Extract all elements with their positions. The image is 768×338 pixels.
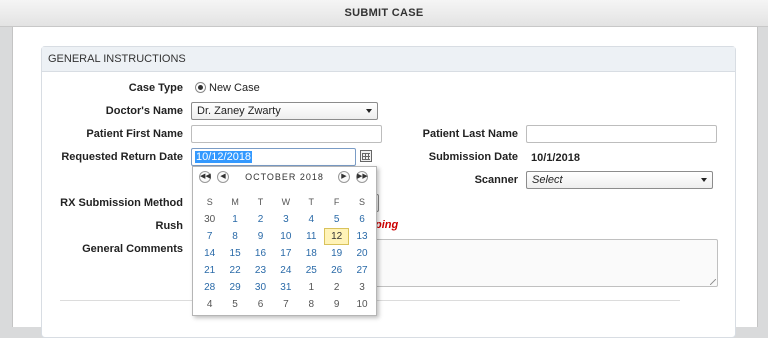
weekday-label: F [333,197,340,207]
datepicker-week-row: 21 22 23 24 25 26 27 [197,262,375,279]
doctors-name-select[interactable]: Dr. Zaney Zwarty [191,102,378,120]
next-year-icon[interactable]: ▶▶ [356,171,368,183]
datepicker-day[interactable]: 24 [273,262,298,279]
general-comments-textarea[interactable] [375,239,718,287]
new-case-radio-label: New Case [209,82,260,94]
datepicker-grid: S M T W T F S 30 1 2 3 4 5 6 7 8 9 10 11 12 13 14 15 16 17 18 19 20… [197,194,375,313]
datepicker-day[interactable]: 27 [349,262,374,279]
chevron-down-icon [366,109,372,113]
datepicker-week-row: 14 15 16 17 18 19 20 [197,245,375,262]
datepicker-day[interactable]: 31 [273,279,298,296]
weekday-label: T [308,197,315,207]
scanner-label: Scanner [474,174,518,186]
datepicker-day[interactable]: 5 [324,211,349,228]
requested-return-date-value: 10/12/2018 [195,151,253,163]
datepicker-week-row: 7 8 9 10 11 12 13 [197,228,375,245]
datepicker-day[interactable]: 6 [248,296,273,313]
resize-grip-icon[interactable] [710,279,716,285]
submission-date-value: 10/1/2018 [531,152,580,164]
datepicker-day[interactable]: 23 [248,262,273,279]
datepicker-day[interactable]: 17 [273,245,298,262]
datepicker-day[interactable]: 10 [273,228,298,245]
datepicker-week-row: 4 5 6 7 8 9 10 [197,296,375,313]
weekday-label: S [359,197,366,207]
datepicker-day[interactable]: 18 [299,245,324,262]
weekday-label: S [206,197,213,207]
datepicker-week-row: 28 29 30 31 1 2 3 [197,279,375,296]
datepicker-day[interactable]: 3 [273,211,298,228]
datepicker-day[interactable]: 28 [197,279,222,296]
case-type-label: Case Type [128,82,183,94]
patient-last-name-label: Patient Last Name [422,128,518,140]
datepicker-day[interactable]: 25 [299,262,324,279]
datepicker-day[interactable]: 11 [299,228,324,245]
scanner-select[interactable]: Select [526,171,713,189]
datepicker-day[interactable]: 4 [299,211,324,228]
datepicker-header: ◀◀ ◀ OCTOBER 2018 ▶ ▶▶ [193,167,376,189]
scanner-value: Select [532,174,563,186]
rush-warning-text: ping [375,219,399,231]
datepicker-day[interactable]: 30 [248,279,273,296]
submission-date-label: Submission Date [428,151,518,163]
weekday-label: W [281,197,291,207]
window-title: SUBMIT CASE [0,0,768,27]
datepicker-day[interactable]: 3 [349,279,374,296]
patient-last-name-field[interactable] [526,125,717,143]
rx-submission-method-label: RX Submission Method [60,197,183,209]
datepicker-day[interactable]: 9 [248,228,273,245]
datepicker-day[interactable]: 13 [349,228,374,245]
datepicker-day[interactable]: 1 [299,279,324,296]
datepicker-popup: ◀◀ ◀ OCTOBER 2018 ▶ ▶▶ S M T W T F S 30 1 2 3 4 5 6 7 8… [192,166,377,316]
datepicker-day[interactable]: 22 [222,262,247,279]
datepicker-day[interactable]: 7 [197,228,222,245]
datepicker-day[interactable]: 16 [248,245,273,262]
weekday-label: M [231,197,239,207]
datepicker-day[interactable]: 20 [349,245,374,262]
calendar-icon[interactable] [360,150,372,162]
datepicker-day[interactable]: 29 [222,279,247,296]
datepicker-day[interactable]: 15 [222,245,247,262]
datepicker-week-row: 30 1 2 3 4 5 6 [197,211,375,228]
doctors-name-label: Doctor's Name [105,105,183,117]
requested-return-date-label: Requested Return Date [61,151,183,163]
datepicker-day[interactable]: 8 [299,296,324,313]
new-case-radio[interactable] [195,82,206,93]
general-comments-label: General Comments [82,243,183,255]
doctors-name-value: Dr. Zaney Zwarty [197,105,281,117]
rush-label: Rush [155,220,184,232]
datepicker-day[interactable]: 19 [324,245,349,262]
requested-return-date-field[interactable]: 10/12/2018 [191,148,356,166]
next-month-icon[interactable]: ▶ [338,171,350,183]
datepicker-day[interactable]: 30 [197,211,222,228]
datepicker-day[interactable]: 8 [222,228,247,245]
datepicker-day[interactable]: 2 [248,211,273,228]
datepicker-day[interactable]: 14 [197,245,222,262]
datepicker-day[interactable]: 12 [323,228,350,245]
datepicker-day[interactable]: 7 [273,296,298,313]
chevron-down-icon [701,178,707,182]
section-title: GENERAL INSTRUCTIONS [42,47,735,72]
datepicker-weekday-row: SMTWTFS [197,194,375,211]
datepicker-day[interactable]: 26 [324,262,349,279]
datepicker-day[interactable]: 5 [222,296,247,313]
datepicker-day[interactable]: 9 [324,296,349,313]
datepicker-day[interactable]: 6 [349,211,374,228]
datepicker-day[interactable]: 2 [324,279,349,296]
patient-first-name-field[interactable] [191,125,382,143]
patient-first-name-label: Patient First Name [86,128,183,140]
datepicker-day[interactable]: 21 [197,262,222,279]
datepicker-day[interactable]: 4 [197,296,222,313]
datepicker-day[interactable]: 1 [222,211,247,228]
weekday-label: T [257,197,264,207]
datepicker-day[interactable]: 10 [349,296,374,313]
